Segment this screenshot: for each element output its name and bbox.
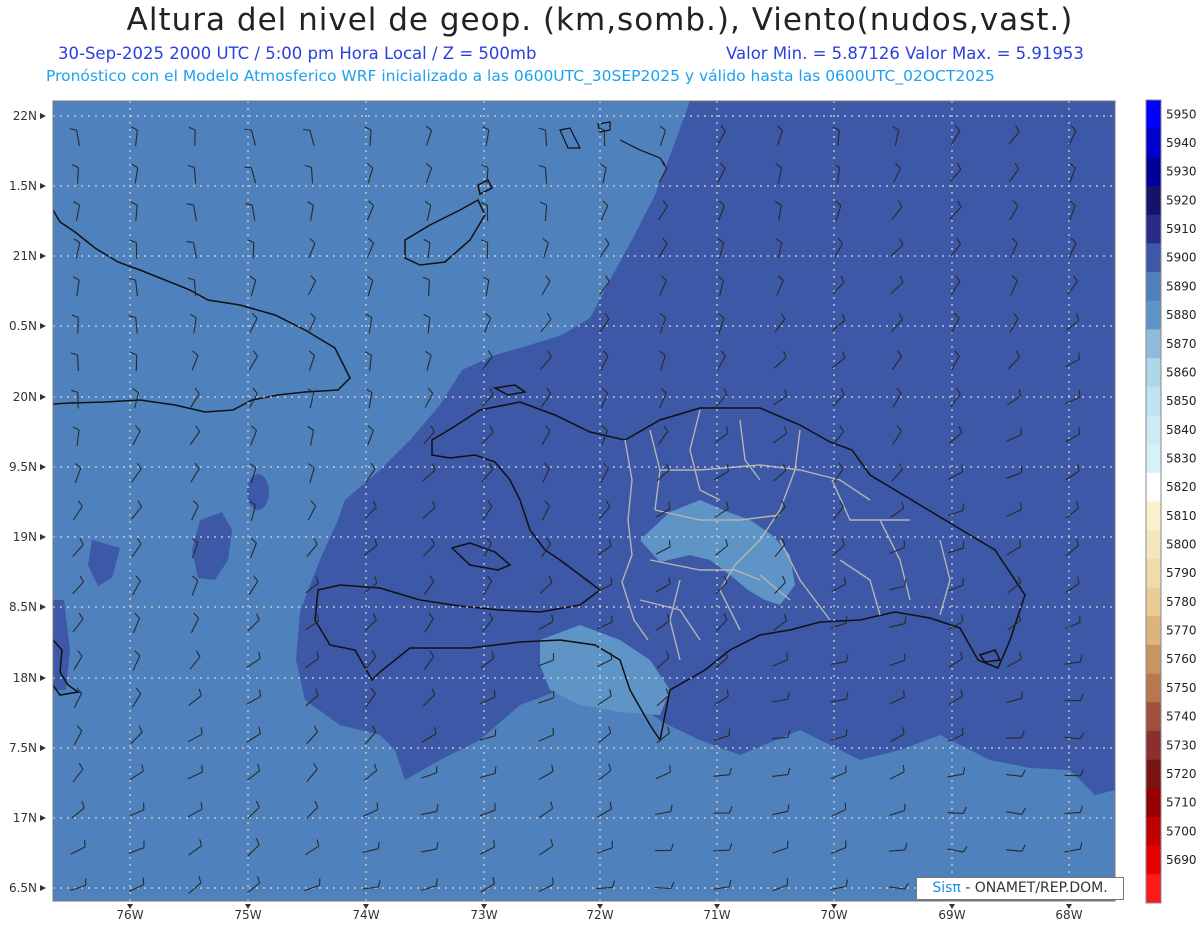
legend-swatch: [1146, 644, 1161, 675]
color-legend: 5950 5940 5930 5920 5910 5900 5890 5880 5870 5860…: [1145, 99, 1197, 904]
legend-label: 5930: [1166, 165, 1197, 179]
legend-swatch: [1146, 100, 1161, 130]
legend-swatch: [1146, 214, 1161, 244]
lon-label: 70W: [820, 908, 847, 922]
legend-label: 5740: [1166, 710, 1197, 724]
legend-swatch: [1146, 530, 1161, 560]
legend-swatch: [1146, 472, 1161, 502]
legend-label: 5950: [1166, 107, 1197, 121]
legend-swatch: [1146, 673, 1161, 703]
legend-swatch: [1146, 243, 1161, 273]
lat-axis: 22N 1.5N 21N 0.5N 20N 9.5N 19N 8.5N 18N …: [9, 109, 37, 895]
legend-swatch: [1146, 845, 1161, 875]
lat-label: 22N: [13, 109, 37, 123]
legend-swatch: [1146, 128, 1161, 158]
legend-label: 5760: [1166, 652, 1197, 666]
legend-swatch: [1146, 730, 1161, 761]
lat-label: 19N: [13, 530, 37, 544]
lon-label: 74W: [352, 908, 379, 922]
legend-label: 5720: [1166, 767, 1197, 781]
lon-label: 73W: [470, 908, 497, 922]
lat-label: 20N: [13, 390, 37, 404]
lon-label: 72W: [586, 908, 613, 922]
lat-label: 1.5N: [9, 179, 37, 193]
legend-label: 5750: [1166, 681, 1197, 695]
legend-label: 5910: [1166, 222, 1197, 236]
lat-ticks: [40, 113, 46, 891]
legend-swatch: [1146, 358, 1161, 388]
lat-label: 21N: [13, 249, 37, 263]
lat-label: 8.5N: [9, 600, 37, 614]
sispi-logo: Sisπ: [932, 880, 961, 896]
lon-label: 76W: [116, 908, 143, 922]
legend-swatch: [1146, 300, 1161, 330]
legend-swatch: [1146, 272, 1161, 302]
legend-swatch: [1146, 386, 1161, 416]
legend-label: 5780: [1166, 595, 1197, 609]
legend-swatch: [1146, 587, 1161, 617]
legend-label: 5690: [1166, 853, 1197, 867]
legend-label: 5850: [1166, 394, 1197, 408]
legend-swatch: [1146, 444, 1161, 474]
legend-swatch: [1146, 415, 1161, 445]
legend-swatch: [1146, 186, 1161, 216]
legend-label: 5920: [1166, 193, 1197, 207]
legend-label: 5840: [1166, 423, 1197, 437]
legend-swatch: [1146, 874, 1161, 904]
lon-axis: 76W 75W 74W 73W 72W 71W 70W 69W 68W: [116, 908, 1082, 922]
legend-label: 5940: [1166, 136, 1197, 150]
legend-label: 5800: [1166, 538, 1197, 552]
field-5900-isle-3: [247, 474, 269, 510]
legend-label: 5900: [1166, 251, 1197, 265]
lat-label: 9.5N: [9, 460, 37, 474]
legend-swatch: [1146, 329, 1161, 359]
lat-label: 6.5N: [9, 881, 37, 895]
legend-swatch: [1146, 616, 1161, 646]
legend-swatch: [1146, 501, 1161, 531]
lon-label: 68W: [1055, 908, 1082, 922]
legend-label: 5700: [1166, 824, 1197, 838]
legend-swatch: [1146, 788, 1161, 818]
legend-swatch: [1146, 759, 1161, 789]
credit-text: - ONAMET/REP.DOM.: [965, 880, 1108, 896]
lon-label: 75W: [234, 908, 261, 922]
legend-label: 5710: [1166, 796, 1197, 810]
lat-label: 7.5N: [9, 741, 37, 755]
legend-label: 5880: [1166, 308, 1197, 322]
lon-label: 69W: [938, 908, 965, 922]
legend-label: 5830: [1166, 451, 1197, 465]
lon-label: 71W: [703, 908, 730, 922]
legend-label: 5770: [1166, 624, 1197, 638]
geopotential-map: 22N 1.5N 21N 0.5N 20N 9.5N 19N 8.5N 18N …: [9, 99, 1197, 922]
credit-box: Sisπ - ONAMET/REP.DOM.: [916, 877, 1124, 900]
legend-swatch: [1146, 558, 1161, 589]
legend-label: 5890: [1166, 279, 1197, 293]
lat-label: 0.5N: [9, 319, 37, 333]
legend-label: 5730: [1166, 738, 1197, 752]
legend-swatch: [1146, 816, 1161, 847]
lat-label: 18N: [13, 671, 37, 685]
legend-label: 5860: [1166, 365, 1197, 379]
legend-swatch: [1146, 157, 1161, 187]
legend-label: 5790: [1166, 566, 1197, 580]
lat-label: 17N: [13, 811, 37, 825]
legend-label: 5870: [1166, 337, 1197, 351]
legend-label: 5810: [1166, 509, 1197, 523]
legend-swatch: [1146, 702, 1161, 732]
legend-label: 5820: [1166, 480, 1197, 494]
